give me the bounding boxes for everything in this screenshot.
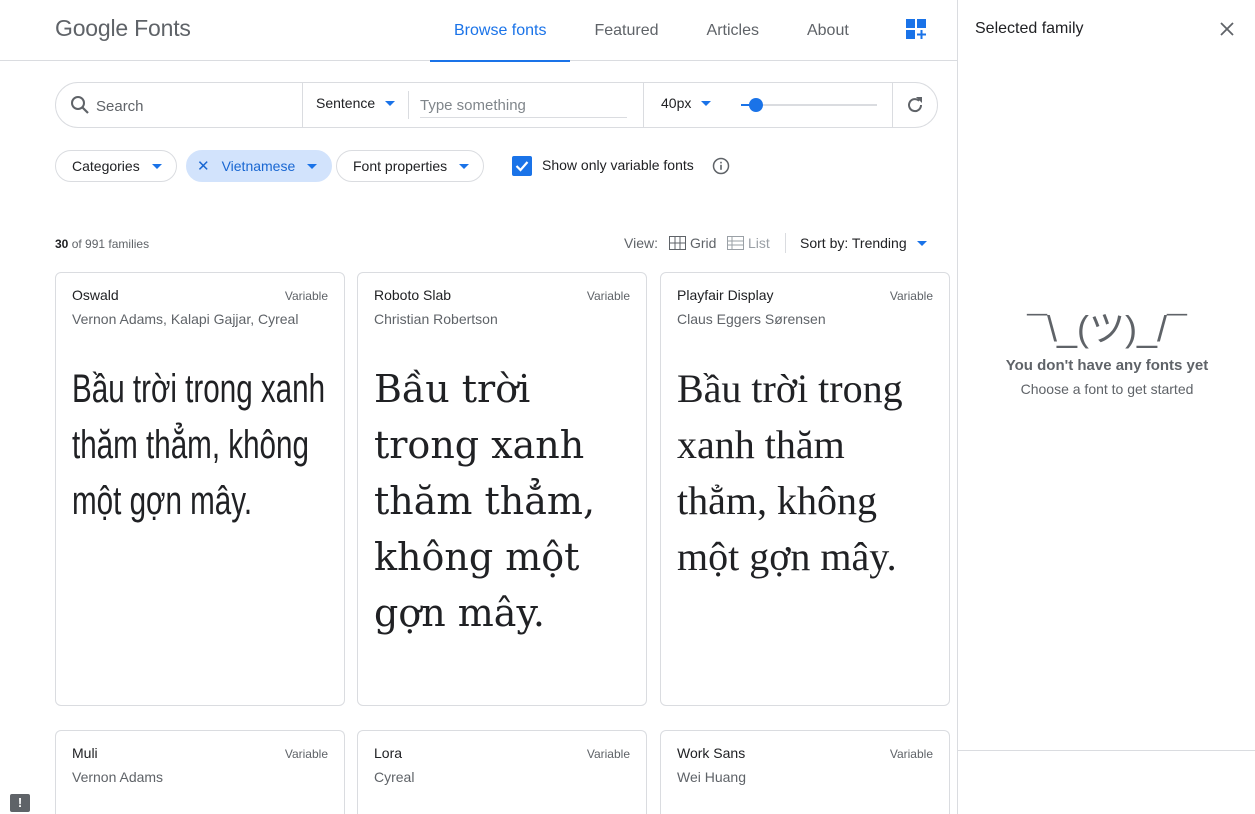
main-nav: Browse fonts Featured Articles About: [430, 0, 873, 62]
page: Google Fonts Browse fonts Featured Artic…: [0, 0, 1255, 814]
font-card-roboto-slab[interactable]: Roboto Slab Variable Christian Robertson…: [357, 272, 647, 706]
font-sample-text: Bầu trời trong xanh thăm thẳm, không một…: [72, 367, 326, 523]
selected-family-panel: Selected family ¯\_(ツ)_/¯ You don't have…: [957, 0, 1255, 814]
view-divider: [785, 233, 786, 253]
variable-fonts-label[interactable]: Show only variable fonts: [542, 157, 694, 173]
font-sample-text: Bầu trời trong xanh thăm thẳm, không một…: [677, 366, 903, 579]
chevron-down-icon: [307, 163, 318, 169]
refresh-icon[interactable]: [905, 95, 925, 115]
font-author: Claus Eggers Sørensen: [677, 311, 826, 327]
top-app-bar: Google Fonts Browse fonts Featured Artic…: [0, 0, 957, 62]
empty-state-subtitle: Choose a font to get started: [1020, 381, 1194, 397]
font-card-muli[interactable]: Muli Variable Vernon Adams: [55, 730, 345, 814]
font-family-name: Lora: [374, 745, 403, 761]
font-properties-filter[interactable]: Font properties: [336, 150, 485, 182]
chevron-down-icon: [385, 100, 396, 106]
font-author: Vernon Adams, Kalapi Gajjar, Cyreal: [72, 311, 299, 327]
categories-filter[interactable]: Categories: [55, 150, 177, 182]
check-icon: [515, 161, 529, 172]
chevron-down-icon: [701, 100, 712, 106]
empty-state-title: You don't have any fonts yet: [1005, 357, 1209, 374]
font-family-name: Oswald: [72, 287, 119, 303]
font-card-lora[interactable]: Lora Variable Cyreal: [357, 730, 647, 814]
preview-mode-dropdown[interactable]: Sentence: [316, 95, 396, 111]
font-card-oswald[interactable]: Oswald Variable Vernon Adams, Kalapi Gaj…: [55, 272, 345, 706]
categories-label: Categories: [72, 158, 140, 174]
results-count: 30 of 991 families: [55, 237, 149, 251]
logo-fonts: Fonts: [134, 15, 191, 41]
list-icon: [727, 236, 744, 250]
sort-dropdown[interactable]: Sort by: Trending: [800, 235, 927, 251]
selected-families-icon[interactable]: [905, 18, 927, 40]
variable-badge: Variable: [284, 289, 328, 303]
variable-badge: Variable: [586, 747, 630, 761]
search-toolbar: Sentence 40px: [55, 82, 938, 128]
font-author: Christian Robertson: [374, 311, 498, 327]
toolbar-divider: [302, 83, 303, 127]
font-properties-label: Font properties: [353, 158, 448, 174]
panel-divider: [958, 750, 1255, 751]
toolbar-divider: [643, 83, 644, 127]
font-family-name: Muli: [72, 745, 98, 761]
search-input[interactable]: [96, 95, 296, 117]
sort-label: Sort by: Trending: [800, 235, 907, 251]
tab-featured[interactable]: Featured: [570, 0, 682, 61]
font-card-playfair-display[interactable]: Playfair Display Variable Claus Eggers S…: [660, 272, 950, 706]
panel-title: Selected family: [975, 20, 1084, 37]
chevron-down-icon: [459, 163, 470, 169]
font-author: Wei Huang: [677, 769, 747, 785]
list-view-toggle[interactable]: List: [727, 235, 770, 251]
search-icon: [71, 96, 89, 114]
tab-about[interactable]: About: [783, 0, 873, 61]
grid-view-toggle[interactable]: Grid: [669, 235, 716, 251]
font-sample-text: Bầu trời trong xanh thăm thẳm, không một…: [374, 367, 596, 635]
results-shown: 30: [55, 237, 69, 251]
variable-badge: Variable: [586, 289, 630, 303]
toolbar-divider: [408, 91, 409, 119]
feedback-icon[interactable]: !: [10, 794, 30, 812]
tab-articles[interactable]: Articles: [683, 0, 783, 61]
font-family-name: Playfair Display: [677, 287, 774, 303]
chevron-down-icon: [151, 163, 162, 169]
info-icon[interactable]: [712, 157, 730, 175]
font-size-slider-thumb[interactable]: [748, 98, 763, 112]
close-icon[interactable]: ✕: [197, 157, 210, 175]
shrug-emoticon: ¯\_(ツ)_/¯: [1027, 308, 1187, 349]
toolbar-divider: [892, 83, 893, 127]
logo-google: Google: [55, 15, 128, 41]
variable-badge: Variable: [889, 289, 933, 303]
view-label: View:: [624, 235, 658, 251]
grid-label: Grid: [690, 235, 717, 251]
results-total: of 991 families: [71, 237, 150, 251]
variable-fonts-checkbox[interactable]: [512, 156, 532, 176]
list-label: List: [748, 235, 770, 251]
google-fonts-logo[interactable]: Google Fonts: [55, 15, 191, 42]
preview-text-input[interactable]: [420, 94, 627, 118]
variable-badge: Variable: [284, 747, 328, 761]
font-family-name: Work Sans: [677, 745, 746, 761]
font-size-dropdown[interactable]: 40px: [661, 95, 712, 111]
language-label: Vietnamese: [221, 158, 296, 174]
font-author: Cyreal: [374, 769, 415, 785]
preview-mode-label: Sentence: [316, 95, 376, 111]
font-size-label: 40px: [661, 95, 692, 111]
chevron-down-icon: [916, 240, 927, 246]
font-family-name: Roboto Slab: [374, 287, 452, 303]
font-author: Vernon Adams: [72, 769, 164, 785]
variable-badge: Variable: [889, 747, 933, 761]
language-filter[interactable]: ✕ Vietnamese: [186, 150, 333, 182]
close-icon[interactable]: [1219, 21, 1235, 37]
font-card-work-sans[interactable]: Work Sans Variable Wei Huang: [660, 730, 950, 814]
grid-icon: [669, 236, 686, 250]
tab-browse-fonts[interactable]: Browse fonts: [430, 0, 571, 62]
